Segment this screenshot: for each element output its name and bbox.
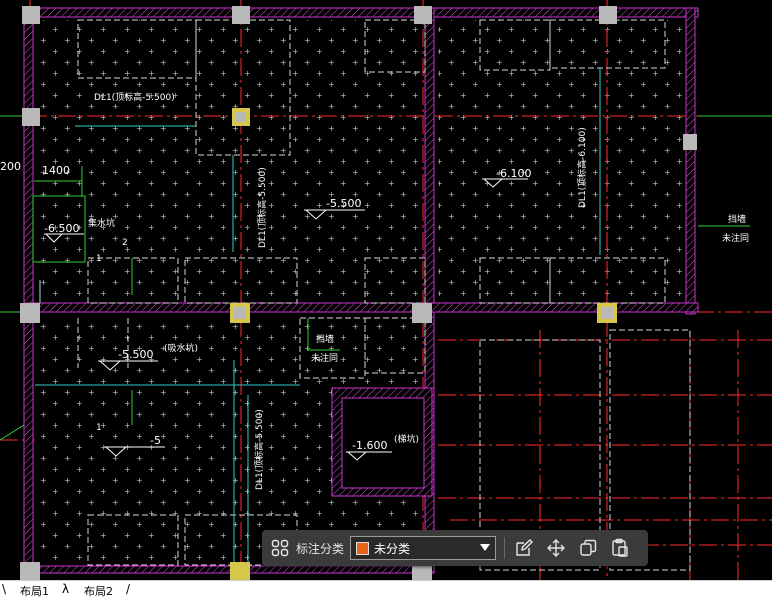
category-dropdown[interactable]: 未分类 <box>350 536 497 560</box>
paste-icon <box>612 538 628 557</box>
dl-vertical-bottom-label: DL1(顶标高-5.500) <box>253 409 265 490</box>
room-number-1a: 1 <box>96 254 102 264</box>
sump-name: 集水坑 <box>88 217 115 229</box>
chevron-down-icon <box>480 544 491 551</box>
wall-note-right-1: 挡墙 <box>728 213 746 225</box>
edit-icon <box>516 539 534 556</box>
wall-note-mid-1: 挡墙 <box>316 333 334 345</box>
copy-icon <box>580 539 597 556</box>
elevator-pit-note: (梯坑) <box>394 433 419 445</box>
toolbar-divider <box>504 537 506 559</box>
level-right: -6.100 <box>496 167 531 180</box>
category-value: 未分类 <box>374 541 411 556</box>
tab-separator: λ <box>62 582 70 596</box>
tab-layout1[interactable]: 布局1 <box>20 583 49 599</box>
room-number-2: 2 <box>122 238 128 248</box>
dl-vertical-left-label: DL1(顶标高-5.500) <box>256 167 268 248</box>
paste-button[interactable] <box>607 535 633 561</box>
move-icon <box>547 539 566 557</box>
edit-button[interactable] <box>511 535 537 561</box>
dl-top-label: DL1(顶标高-5.500) <box>94 91 175 103</box>
pump-pit-note: (吸水坑) <box>164 342 198 354</box>
layout-tab-bar: \ 布局1 λ 布局2 / <box>0 580 772 599</box>
copy-button[interactable] <box>575 535 601 561</box>
tab-separator: / <box>126 582 131 596</box>
category-label: 标注分类 <box>296 541 345 556</box>
dimension-200: 200 <box>0 160 21 173</box>
level-mid: -5.500 <box>326 197 361 210</box>
level-minus5: -5 <box>150 434 161 447</box>
tab-layout2[interactable]: 布局2 <box>84 583 113 599</box>
tab-left-marker: \ <box>2 582 7 596</box>
room-number-1b: 1 <box>96 423 102 433</box>
level-elevator: -1.600 <box>352 439 387 452</box>
wall-note-mid-2: 未注同 <box>311 352 338 364</box>
grid-layout-icon[interactable] <box>269 537 291 559</box>
dimension-1400: 1400 <box>42 164 70 177</box>
category-color-swatch <box>356 541 370 555</box>
dl-vertical-right-label: DL1(顶标高-6.100) <box>576 127 588 208</box>
move-button[interactable] <box>543 535 569 561</box>
annotation-toolbar: 标注分类 未分类 <box>262 530 648 566</box>
cad-drawing-canvas[interactable]: + + <box>0 0 772 580</box>
level-pump: -5.500 <box>118 348 153 361</box>
level-sump: -6.500 <box>44 222 79 235</box>
wall-note-right-2: 未注同 <box>722 232 749 244</box>
